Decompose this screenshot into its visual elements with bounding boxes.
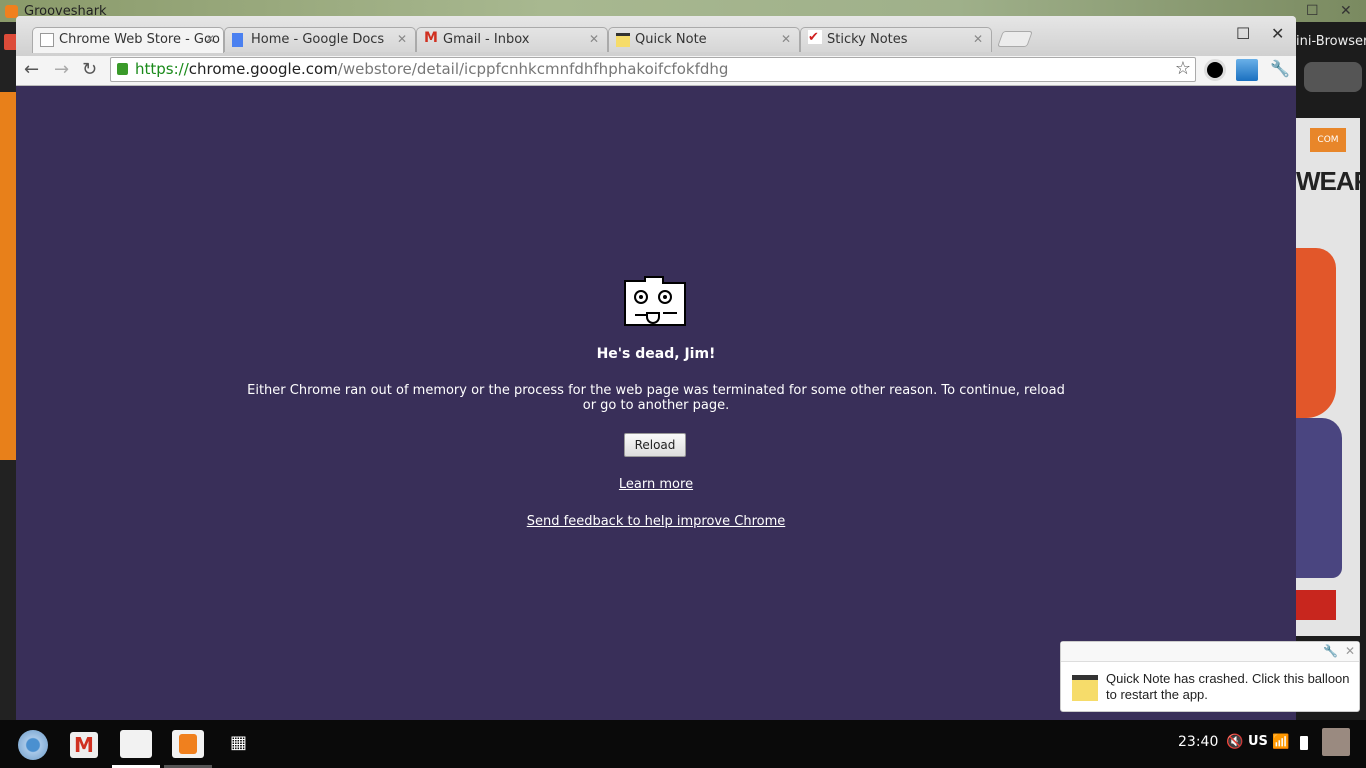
new-tab-button[interactable] [997, 31, 1033, 47]
notification-header: 🔧 ✕ [1061, 642, 1359, 662]
ad-figure [1296, 418, 1342, 578]
close-tab-icon[interactable]: ✕ [781, 32, 791, 46]
crash-notification[interactable]: 🔧 ✕ Quick Note has crashed. Click this b… [1060, 641, 1360, 712]
muted-volume-icon[interactable]: 🔇 [1226, 734, 1243, 750]
background-input [1304, 62, 1362, 92]
close-tab-icon[interactable]: ✕ [589, 32, 599, 46]
clock[interactable]: 23:40 [1178, 734, 1218, 750]
toolbar: ← → ↻ https://chrome.google.com/webstore… [16, 56, 1296, 86]
tab-quick-note[interactable]: Quick Note ✕ [608, 27, 800, 52]
tab-chrome-web-store[interactable]: Chrome Web Store - Goo ✕ [32, 27, 224, 53]
reload-icon[interactable]: ↻ [82, 59, 97, 80]
close-tab-icon[interactable]: ✕ [973, 32, 983, 46]
close-window-icon[interactable]: ✕ [1271, 24, 1284, 43]
keyboard-layout[interactable]: US [1248, 734, 1268, 749]
user-avatar[interactable] [1322, 728, 1350, 756]
address-bar[interactable]: https://chrome.google.com/webstore/detai… [110, 57, 1196, 82]
docs-icon [232, 33, 243, 47]
url-path: /webstore/detail/icppfcnhkcmnfdhfhphakoi… [337, 60, 729, 78]
wifi-icon[interactable]: 📶 [1272, 734, 1289, 750]
ad-banner [1296, 590, 1336, 620]
battery-icon[interactable] [1300, 736, 1308, 750]
advertisement: COM WEAR [1296, 118, 1360, 636]
reload-button[interactable]: Reload [624, 433, 686, 457]
quick-note-icon [1072, 675, 1098, 701]
mini-browser-label: ini-Browser [1296, 34, 1366, 49]
maximize-icon[interactable]: ☐ [1236, 24, 1250, 43]
learn-more-link[interactable]: Learn more [16, 477, 1296, 492]
sticky-notes-icon: ✔ [808, 30, 822, 45]
grooveshark-extension-icon[interactable] [1204, 59, 1226, 81]
grooveshark-launcher-icon[interactable] [172, 730, 204, 758]
ad-badge: COM [1310, 128, 1346, 152]
tab-gmail[interactable]: M Gmail - Inbox ✕ [416, 27, 608, 52]
gmail-launcher-icon[interactable]: M [70, 732, 98, 758]
gmail-icon: M [424, 30, 438, 46]
close-icon[interactable]: ✕ [1340, 3, 1352, 19]
settings-wrench-icon[interactable]: 🔧 [1323, 644, 1338, 658]
web-store-launcher-icon[interactable] [120, 730, 152, 758]
wrench-icon[interactable]: 🔧 [1270, 59, 1290, 78]
quick-note-icon [616, 33, 630, 47]
tab-label: Quick Note [635, 32, 707, 47]
lock-icon [117, 63, 128, 75]
ad-text: WEAR [1296, 166, 1360, 196]
bookmark-star-icon[interactable]: ☆ [1175, 58, 1191, 79]
chrome-launcher-icon[interactable] [18, 730, 48, 760]
sad-page-icon [40, 33, 54, 47]
close-tab-icon[interactable]: ✕ [397, 32, 407, 46]
sad-tab-icon [624, 276, 686, 326]
url-host: chrome.google.com [188, 60, 338, 78]
back-icon[interactable]: ← [24, 59, 39, 80]
background-orange-panel [0, 92, 16, 460]
crash-page: He's dead, Jim! Either Chrome ran out of… [16, 86, 1296, 720]
app-launcher-icon[interactable]: ▦ [230, 732, 247, 753]
maximize-icon[interactable]: ☐ [1306, 3, 1319, 19]
url-scheme: https:// [135, 60, 189, 78]
tab-sticky-notes[interactable]: ✔ Sticky Notes ✕ [800, 27, 992, 52]
close-notification-icon[interactable]: ✕ [1345, 644, 1355, 658]
forward-icon[interactable]: → [54, 59, 69, 80]
crash-message: Either Chrome ran out of memory or the p… [247, 383, 1065, 413]
browser-window: Chrome Web Store - Goo ✕ Home - Google D… [16, 16, 1296, 720]
tab-label: Chrome Web Store - Goo [59, 32, 220, 47]
send-feedback-link[interactable]: Send feedback to help improve Chrome [16, 514, 1296, 529]
tab-google-docs[interactable]: Home - Google Docs ✕ [224, 27, 416, 52]
tab-strip: Chrome Web Store - Goo ✕ Home - Google D… [16, 16, 1296, 56]
close-tab-icon[interactable]: ✕ [205, 32, 215, 46]
taskbar: M ▦ 23:40 🔇 US 📶 [0, 720, 1366, 768]
crash-title: He's dead, Jim! [596, 346, 716, 362]
notification-message: Quick Note has crashed. Click this ballo… [1106, 671, 1350, 702]
screenshot-extension-icon[interactable] [1236, 59, 1258, 81]
ad-figure [1296, 248, 1336, 418]
tab-label: Home - Google Docs [251, 32, 385, 47]
tab-label: Gmail - Inbox [443, 32, 530, 47]
tab-label: Sticky Notes [827, 32, 908, 47]
